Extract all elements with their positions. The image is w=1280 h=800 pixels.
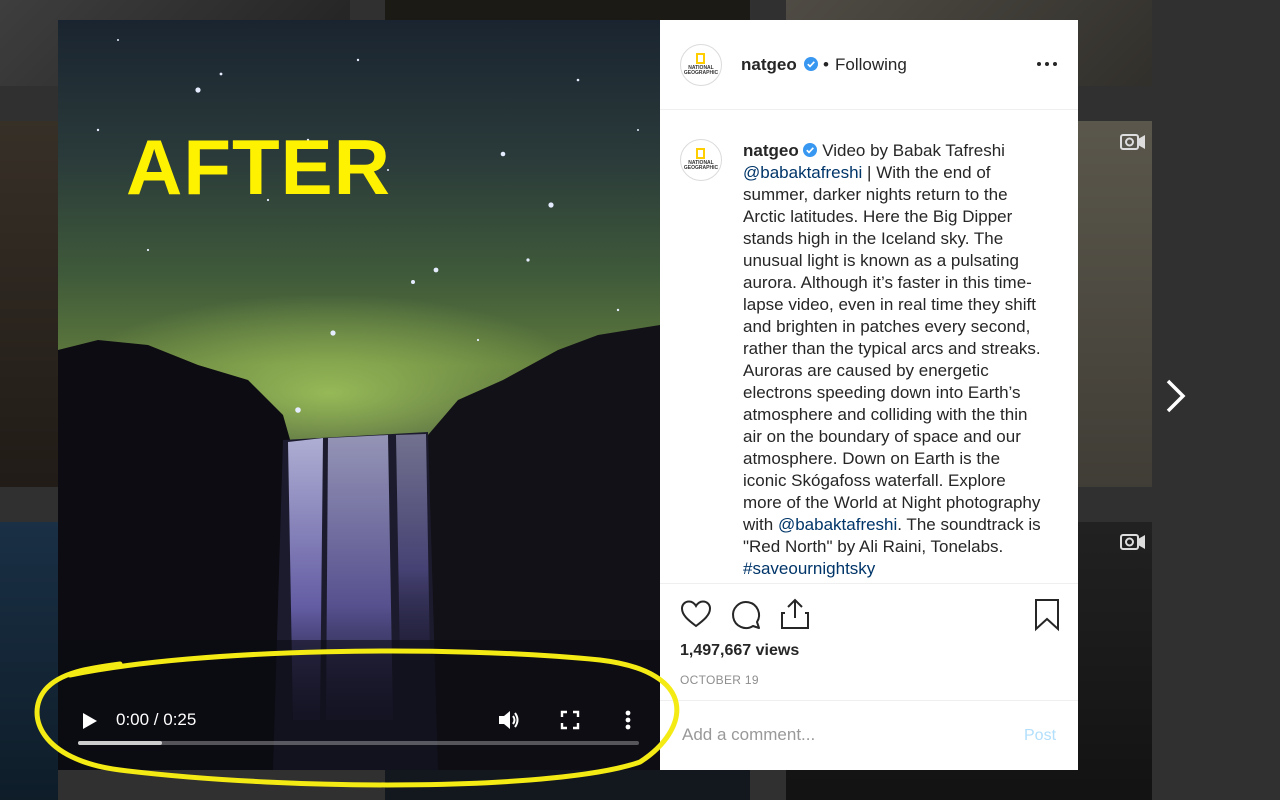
video-player[interactable]: AFTER 0:00 / 0:25 (58, 20, 660, 770)
post-comment-button[interactable]: Post (1024, 727, 1056, 745)
mention-link[interactable]: @babaktafreshi (743, 163, 862, 182)
video-camera-icon (1120, 134, 1145, 150)
buffered-bar (78, 741, 163, 745)
view-count[interactable]: 1,497,667 views (680, 642, 799, 660)
caption-body: | With the end of summer, darker nights … (743, 163, 1041, 534)
mention-link[interactable]: @babaktafreshi (778, 515, 897, 534)
video-controls: 0:00 / 0:25 (58, 680, 660, 770)
caption-username[interactable]: natgeo (743, 141, 799, 160)
volume-icon[interactable] (496, 707, 522, 733)
share-icon[interactable] (779, 597, 811, 631)
avatar-logo-text: NATIONAL GEOGRAPHIC (683, 160, 719, 171)
comment-icon[interactable] (730, 599, 762, 631)
following-button[interactable]: Following (835, 55, 907, 75)
chevron-right-icon[interactable] (1164, 378, 1188, 414)
post-date[interactable]: OCTOBER 19 (680, 673, 759, 687)
separator-dot: • (823, 55, 829, 74)
after-overlay-label: AFTER (126, 123, 391, 211)
header-username[interactable]: natgeo (741, 55, 797, 75)
post-caption: natgeo Video by Babak Tafreshi @babaktaf… (743, 140, 1048, 580)
avatar[interactable]: NATIONAL GEOGRAPHIC (680, 44, 722, 86)
like-heart-icon[interactable] (680, 599, 712, 629)
caption-lead: Video by Babak Tafreshi (822, 141, 1005, 160)
comment-box: Post (660, 700, 1078, 771)
play-icon[interactable] (76, 708, 102, 734)
grid-tile-6[interactable] (0, 522, 58, 800)
grid-tile-4[interactable] (0, 121, 58, 487)
caption-avatar[interactable]: NATIONAL GEOGRAPHIC (680, 139, 722, 181)
verified-badge-icon (804, 57, 818, 71)
post-header: NATIONAL GEOGRAPHIC natgeo • Following (660, 20, 1078, 110)
comment-input[interactable] (680, 724, 1004, 746)
bookmark-icon[interactable] (1033, 598, 1061, 632)
grid-tile-7[interactable] (385, 770, 750, 800)
more-options-icon[interactable] (618, 707, 638, 733)
seek-bar[interactable] (78, 741, 639, 745)
natgeo-logo-icon (696, 148, 705, 159)
hashtag-link[interactable]: #saveournightsky (743, 559, 875, 578)
grid-tile-2[interactable] (385, 0, 750, 20)
verified-badge-icon (803, 143, 818, 157)
more-options-icon[interactable] (1036, 56, 1058, 70)
avatar-logo-text: NATIONAL GEOGRAPHIC (683, 65, 719, 76)
video-camera-icon (1120, 534, 1145, 550)
time-display: 0:00 / 0:25 (116, 710, 197, 729)
post-details-panel: NATIONAL GEOGRAPHIC natgeo • Following N… (660, 20, 1078, 770)
natgeo-logo-icon (696, 53, 705, 64)
grid-tile-5[interactable] (1078, 121, 1152, 487)
fullscreen-icon[interactable] (558, 707, 582, 733)
